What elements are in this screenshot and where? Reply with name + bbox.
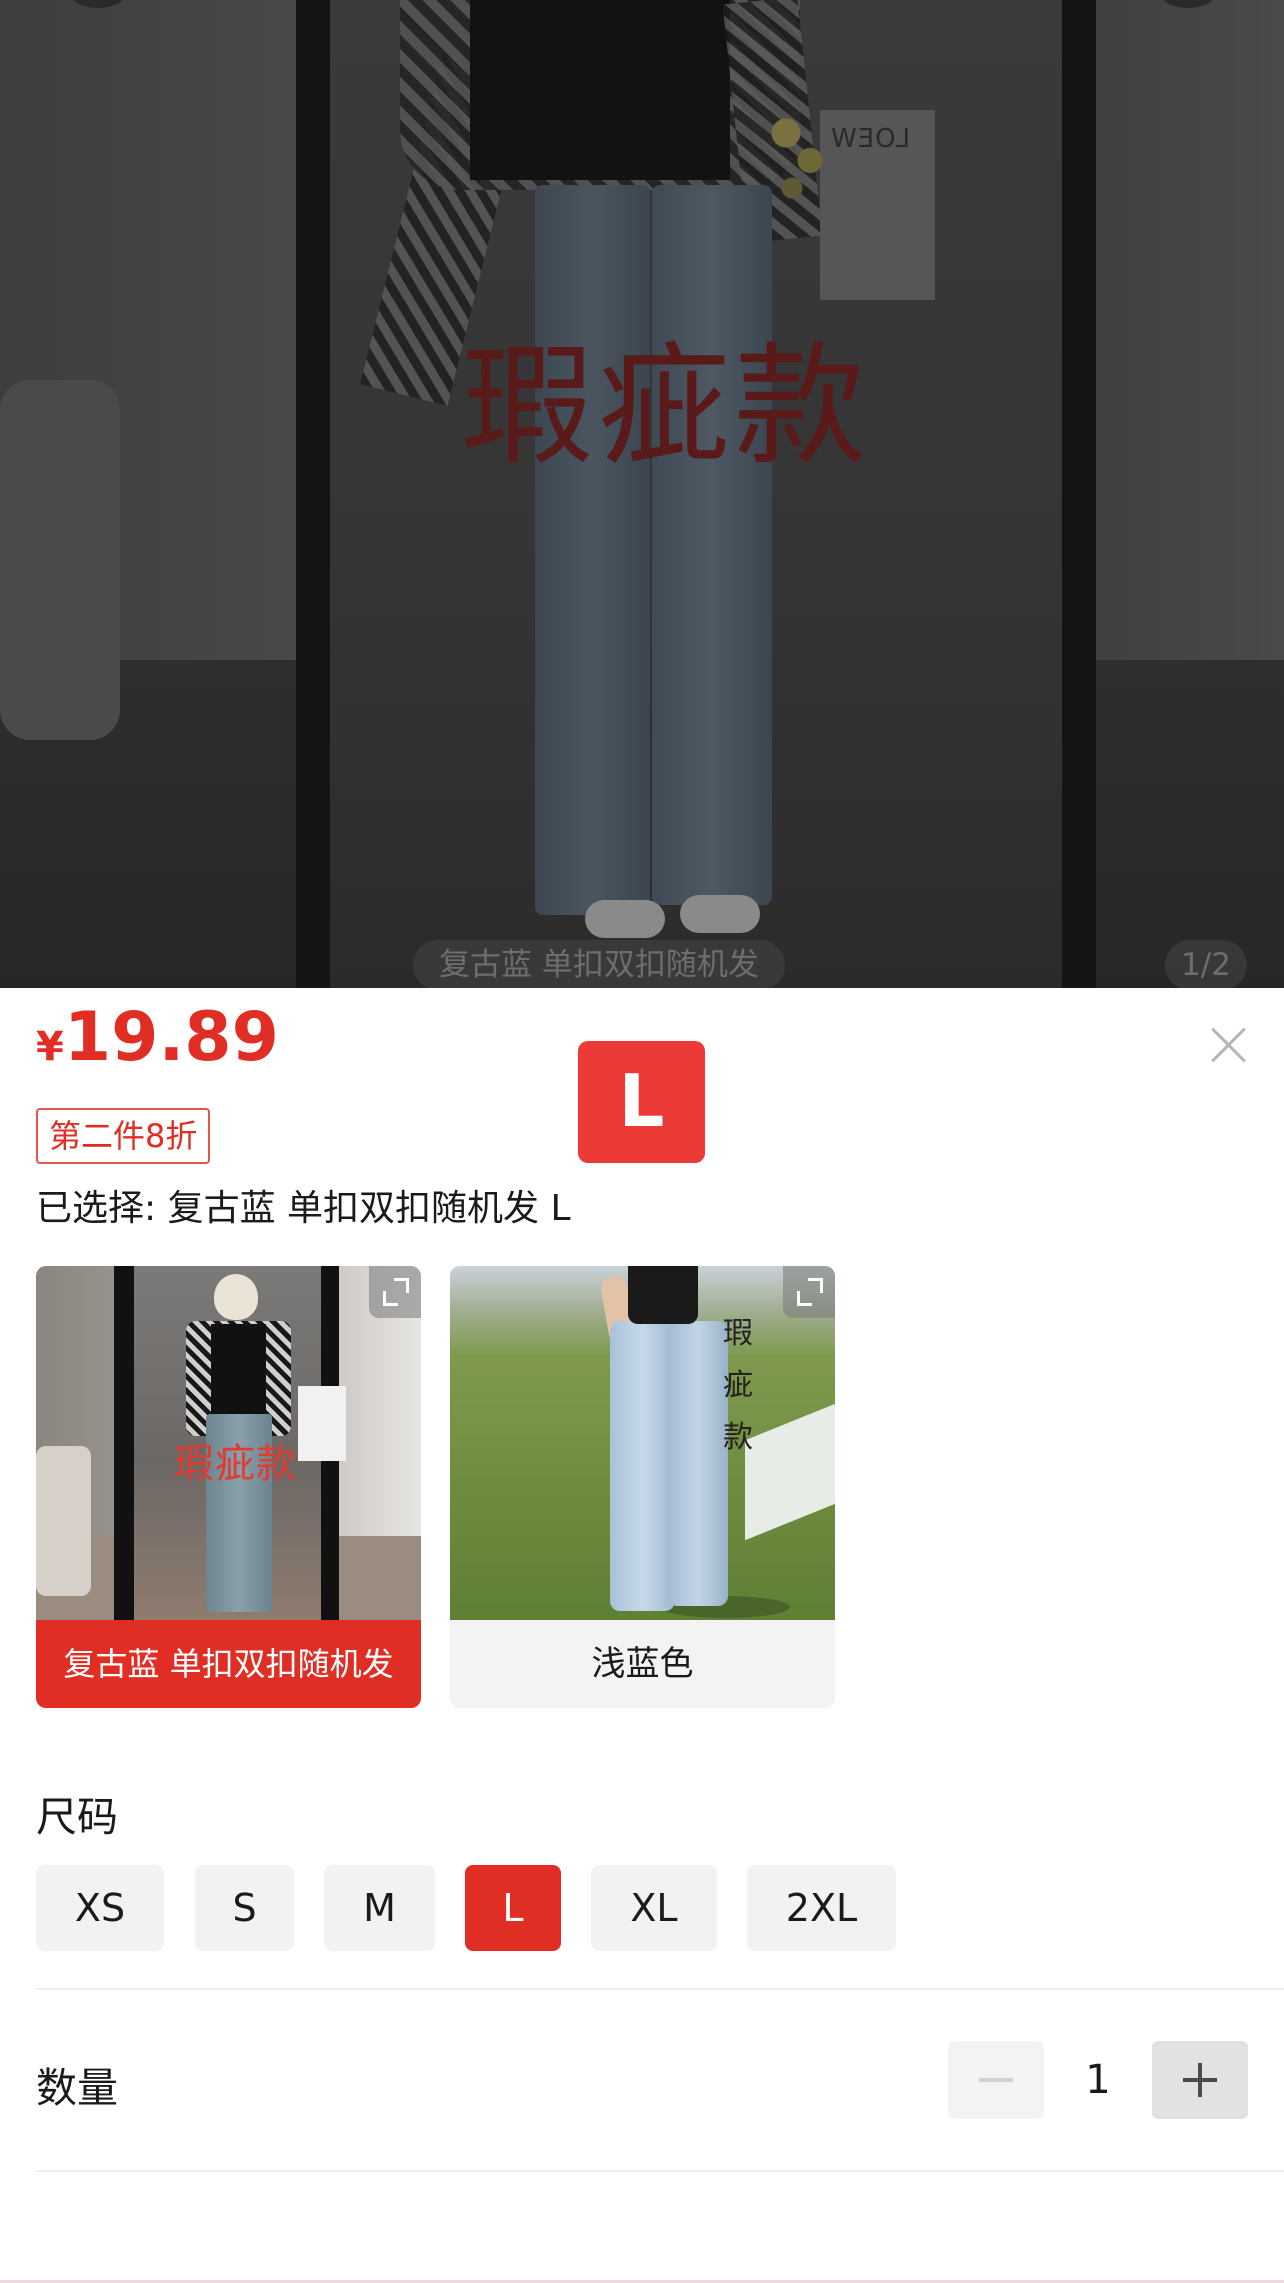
product-main-image[interactable]: LOEW 瑕疵款 复古蓝 单扣双扣随机发 1/2 xyxy=(0,0,1284,988)
size-option-xs[interactable]: XS xyxy=(36,1865,164,1951)
selected-size-badge: L xyxy=(578,1041,705,1163)
size-option-m[interactable]: M xyxy=(324,1865,435,1951)
image-caption: 复古蓝 单扣双扣随机发 xyxy=(413,940,785,988)
price-value: 19.89 xyxy=(63,998,279,1077)
color-option-label: 浅蓝色 xyxy=(450,1620,835,1708)
size-option-l[interactable]: L xyxy=(465,1865,561,1951)
selected-summary: 已选择: 复古蓝 单扣双扣随机发 L xyxy=(36,1188,571,1229)
size-option-xl[interactable]: XL xyxy=(591,1865,717,1951)
currency-symbol: ¥ xyxy=(36,1024,64,1070)
sku-selection-sheet: ¥19.89 L 第二件8折 已选择: 复古蓝 单扣双扣随机发 L 瑕疵款 复古… xyxy=(0,988,1284,2283)
size-option-s[interactable]: S xyxy=(195,1865,294,1951)
minus-icon xyxy=(979,2078,1013,2082)
color-option-thumbnail: 瑕疵款 xyxy=(36,1266,421,1620)
size-option-2xl[interactable]: 2XL xyxy=(747,1865,896,1951)
image-jeans xyxy=(535,185,650,915)
expand-icon[interactable] xyxy=(783,1266,835,1318)
quantity-value[interactable]: 1 xyxy=(1068,2041,1128,2119)
price: ¥19.89 xyxy=(36,998,279,1077)
thumbnail-watermark: 瑕疵款 xyxy=(723,1316,753,1455)
promo-tag: 第二件8折 xyxy=(36,1108,211,1164)
color-option-thumbnail: 瑕疵款 xyxy=(450,1266,835,1620)
color-option-label: 复古蓝 单扣双扣随机发 xyxy=(36,1620,421,1708)
image-bag-text: LOEW xyxy=(830,124,911,154)
divider xyxy=(36,1988,1284,1990)
quantity-decrease-button[interactable] xyxy=(948,2041,1044,2119)
color-option-retro-blue[interactable]: 瑕疵款 复古蓝 单扣双扣随机发 xyxy=(36,1266,421,1708)
color-option-light-blue[interactable]: 瑕疵款 浅蓝色 xyxy=(450,1266,835,1708)
image-watermark: 瑕疵款 xyxy=(462,330,870,484)
size-section-title: 尺码 xyxy=(36,1793,118,1841)
divider xyxy=(36,2170,1284,2172)
quantity-increase-button[interactable] xyxy=(1152,2041,1248,2119)
quantity-title: 数量 xyxy=(36,2064,118,2112)
close-icon[interactable] xyxy=(1205,1022,1251,1068)
thumbnail-watermark: 瑕疵款 xyxy=(174,1441,297,1487)
expand-icon[interactable] xyxy=(369,1266,421,1318)
image-pager: 1/2 xyxy=(1165,940,1247,988)
